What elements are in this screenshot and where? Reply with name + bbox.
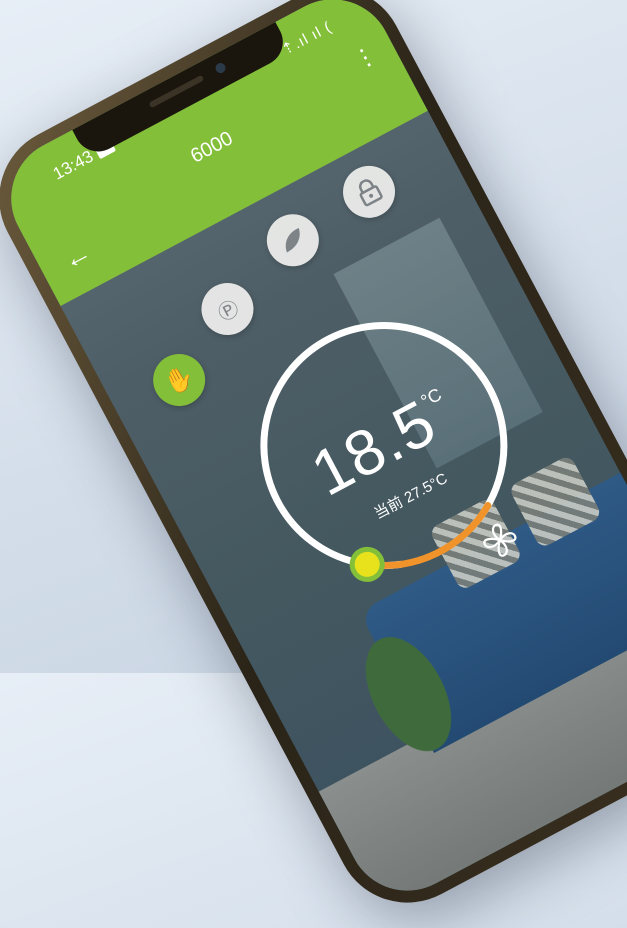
phone-frame: 13:43 ⇡.ıl ıl ( · · · ← 6000 ✋ Ⓟ 18.5°C … bbox=[0, 0, 627, 928]
status-signal-icons: ⇡.ıl ıl ( bbox=[278, 18, 335, 59]
phone-screen: 13:43 ⇡.ıl ıl ( · · · ← 6000 ✋ Ⓟ 18.5°C … bbox=[0, 0, 627, 912]
back-icon[interactable]: ← bbox=[57, 236, 97, 277]
lock-icon bbox=[359, 179, 383, 207]
hand-icon: ✋ bbox=[159, 361, 199, 399]
front-camera bbox=[213, 61, 228, 75]
program-mode-button[interactable]: Ⓟ bbox=[192, 273, 263, 345]
program-house-icon: Ⓟ bbox=[214, 296, 243, 326]
leaf-icon bbox=[285, 228, 300, 253]
eco-mode-button[interactable] bbox=[257, 205, 329, 276]
status-time-text: 13:43 bbox=[49, 146, 97, 184]
lock-button[interactable] bbox=[333, 156, 405, 227]
dial-knob[interactable] bbox=[347, 544, 388, 585]
